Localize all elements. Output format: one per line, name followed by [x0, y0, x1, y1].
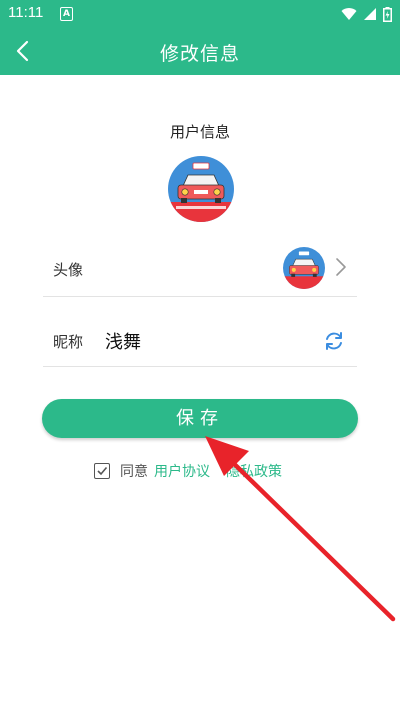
agreement-prefix: 同意 [120, 464, 148, 480]
notification-a-icon: A [60, 7, 73, 21]
nickname-row[interactable]: 昵称 浅舞 [43, 313, 357, 367]
avatar-label: 头像 [53, 261, 84, 279]
refresh-icon[interactable] [323, 330, 345, 352]
signal-icon [364, 8, 376, 20]
section-title: 用户信息 [169, 123, 230, 141]
status-icons [341, 5, 392, 23]
checkbox-checked-icon[interactable] [94, 463, 110, 479]
save-button[interactable]: 保存 [42, 399, 358, 438]
page-title: 修改信息 [159, 43, 240, 65]
privacy-policy-link[interactable]: 隐私政策 [226, 461, 282, 481]
profile-avatar[interactable] [168, 156, 234, 222]
avatar-thumbnail[interactable] [283, 247, 325, 289]
status-bar: 11:11 A [0, 0, 400, 27]
agreement-row: 同意 用户协议 隐私政策 [94, 461, 282, 481]
status-time: 11:11 [8, 4, 44, 21]
wifi-icon [341, 8, 357, 20]
battery-icon [383, 6, 392, 22]
chevron-right-icon [336, 258, 346, 276]
nav-bar: 修改信息 [0, 27, 400, 75]
nickname-label: 昵称 [53, 333, 84, 351]
user-agreement-link[interactable]: 用户协议 [154, 461, 210, 481]
nickname-value[interactable]: 浅舞 [105, 328, 141, 354]
avatar-row[interactable]: 头像 [43, 240, 357, 297]
